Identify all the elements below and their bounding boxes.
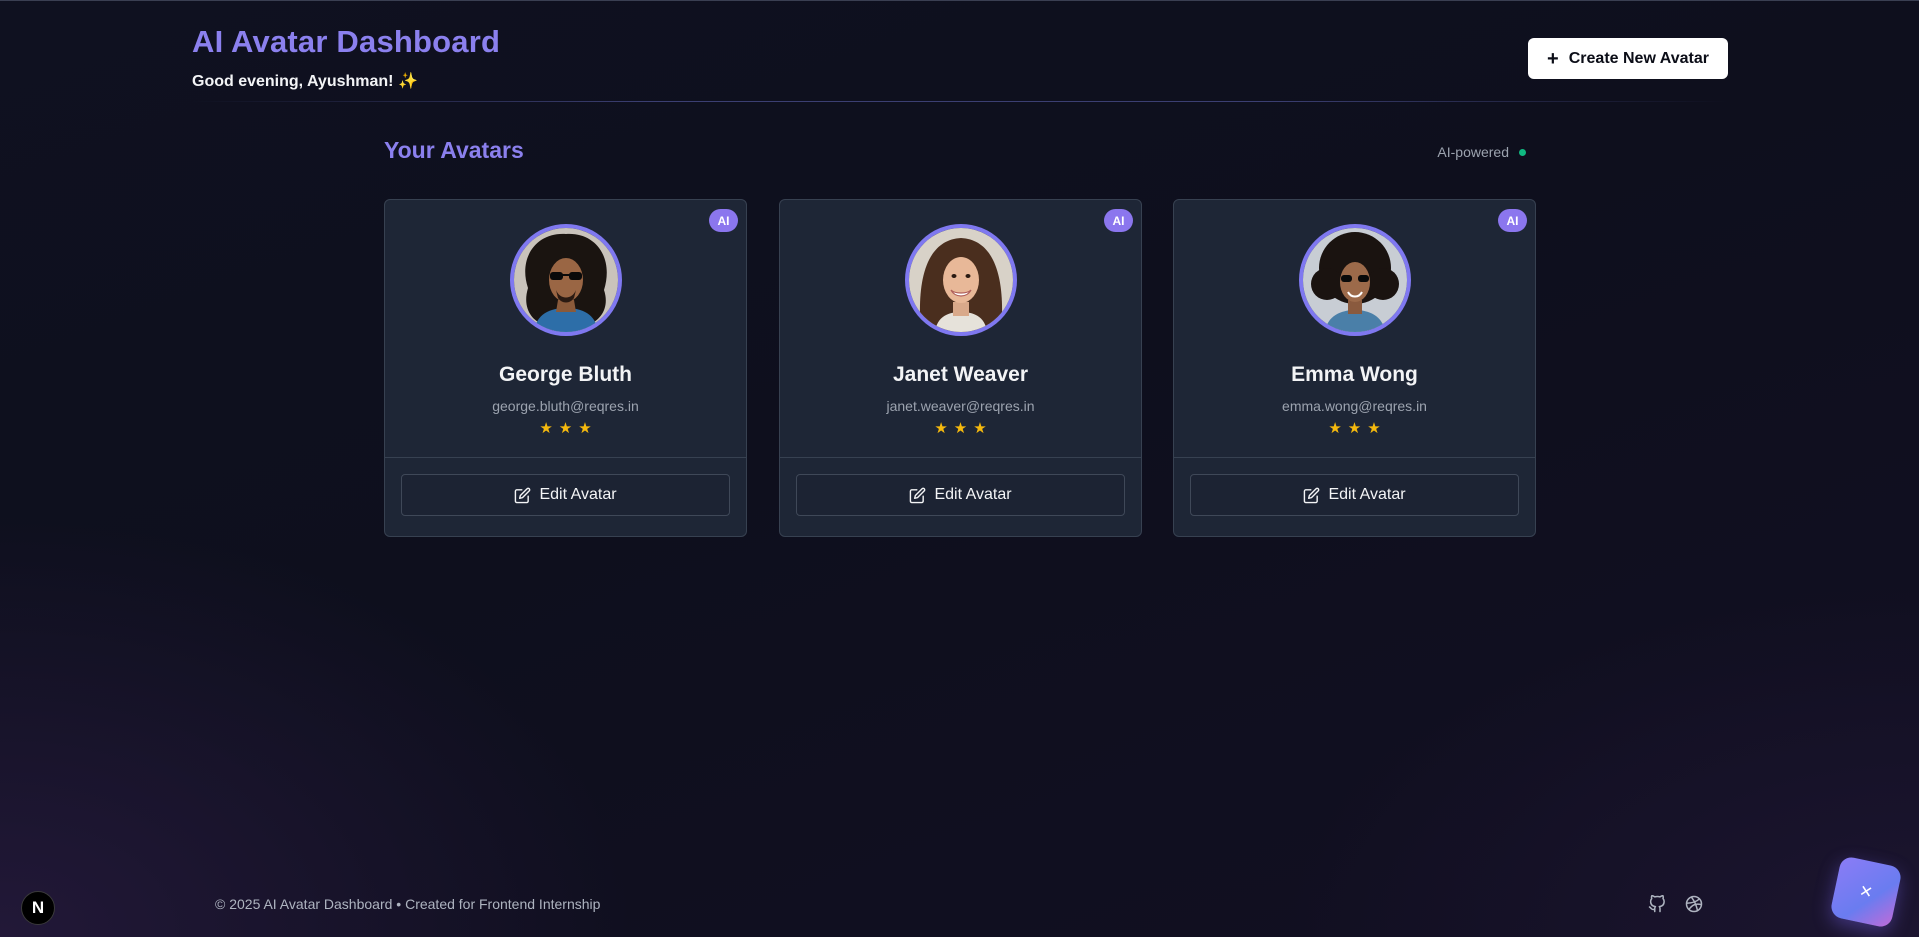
status-dot-icon	[1519, 148, 1526, 156]
dribbble-icon[interactable]	[1685, 895, 1703, 913]
edit-icon	[515, 487, 531, 503]
star-icon: ★	[953, 420, 968, 437]
star-icon: ★	[1367, 420, 1381, 437]
top-border	[0, 0, 1919, 1]
edit-avatar-button[interactable]: Edit Avatar	[401, 474, 730, 516]
edit-avatar-button[interactable]: Edit Avatar	[796, 474, 1125, 516]
sparkle-icon: ✕	[1857, 882, 1875, 903]
avatar-name: Janet Weaver	[892, 363, 1029, 386]
floating-sparkle-button[interactable]: ✕	[1829, 855, 1903, 929]
avatar-image	[510, 224, 622, 336]
star-rating: ★ ★ ★	[1174, 421, 1535, 436]
page-title: AI Avatar Dashboard	[192, 24, 501, 59]
greeting-text: Good evening, Ayushman! ✨	[192, 73, 418, 90]
avatar-name: George Bluth	[498, 363, 632, 386]
star-icon: ★	[1347, 420, 1362, 437]
header-divider	[192, 101, 1728, 102]
footer-text: © 2025 AI Avatar Dashboard • Created for…	[215, 896, 601, 912]
avatar-card: AI Emma Wong emma.wong@reqres.in ★ ★ ★ E…	[1173, 199, 1536, 537]
avatar-image	[1299, 224, 1411, 336]
star-icon: ★	[558, 420, 573, 437]
star-icon: ★	[1328, 420, 1342, 437]
avatar-email: emma.wong@reqres.in	[1282, 398, 1427, 414]
card-divider	[1174, 457, 1535, 458]
ai-badge: AI	[1498, 209, 1527, 232]
edit-avatar-label: Edit Avatar	[1328, 486, 1406, 503]
avatar-email: janet.weaver@reqres.in	[886, 398, 1035, 414]
edit-icon	[910, 487, 926, 503]
star-icon: ★	[973, 420, 987, 437]
avatar-card: AI Janet Weaver janet.weaver@reqres.in ★…	[779, 199, 1142, 537]
edit-icon	[1304, 487, 1320, 503]
card-divider	[780, 457, 1141, 458]
avatar-email: george.bluth@reqres.in	[492, 398, 639, 414]
edit-avatar-label: Edit Avatar	[934, 486, 1012, 503]
header: AI Avatar Dashboard Good evening, Ayushm…	[192, 22, 1728, 102]
github-icon[interactable]	[1648, 895, 1666, 913]
star-rating: ★ ★ ★	[780, 421, 1141, 436]
ai-powered-status: AI-powered	[1437, 144, 1526, 160]
star-rating: ★ ★ ★	[385, 421, 746, 436]
create-new-avatar-button[interactable]: + Create New Avatar	[1528, 38, 1728, 79]
section-title: Your Avatars	[384, 137, 524, 163]
avatar-name: Emma Wong	[1291, 363, 1418, 386]
avatar-image	[905, 224, 1017, 336]
card-divider	[385, 457, 746, 458]
avatar-card: AI George Bluth george.bluth@reqres.in ★…	[384, 199, 747, 537]
plus-icon: +	[1547, 47, 1559, 70]
nextjs-devtools-badge[interactable]: N	[21, 891, 55, 925]
star-icon: ★	[578, 420, 592, 437]
edit-avatar-label: Edit Avatar	[539, 486, 617, 503]
edit-avatar-button[interactable]: Edit Avatar	[1190, 474, 1519, 516]
star-icon: ★	[934, 420, 948, 437]
create-button-label: Create New Avatar	[1568, 49, 1709, 67]
ai-badge: AI	[1104, 209, 1133, 232]
star-icon: ★	[539, 420, 553, 437]
avatar-card-grid: AI George Bluth george.bluth@reqres.in ★…	[384, 199, 1536, 537]
status-label: AI-powered	[1437, 144, 1509, 160]
ai-badge: AI	[709, 209, 738, 232]
